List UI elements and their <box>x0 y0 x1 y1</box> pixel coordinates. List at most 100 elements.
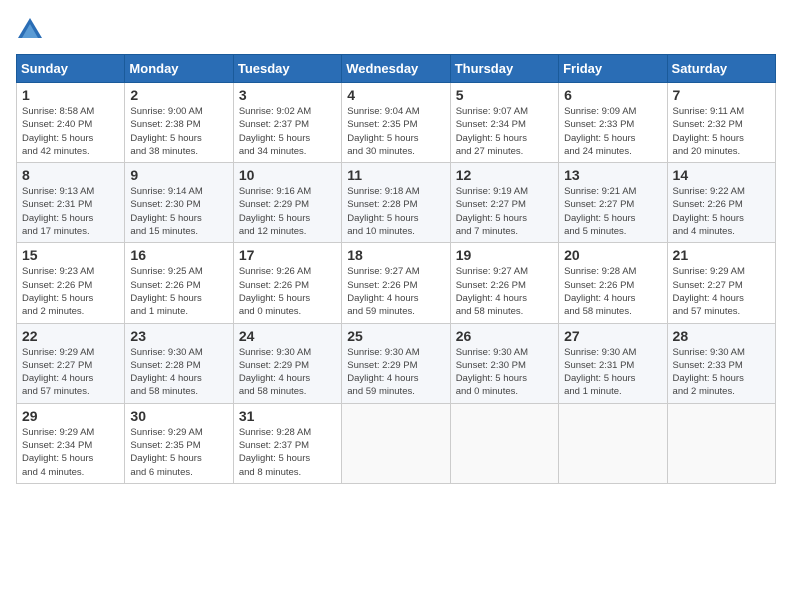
calendar-week-5: 29Sunrise: 9:29 AMSunset: 2:34 PMDayligh… <box>17 403 776 483</box>
calendar-cell <box>559 403 667 483</box>
calendar-body: 1Sunrise: 8:58 AMSunset: 2:40 PMDaylight… <box>17 83 776 484</box>
day-info: Sunrise: 9:28 AMSunset: 2:37 PMDaylight:… <box>239 426 336 479</box>
day-number: 6 <box>564 87 661 103</box>
calendar-cell <box>450 403 558 483</box>
day-number: 13 <box>564 167 661 183</box>
day-info: Sunrise: 9:11 AMSunset: 2:32 PMDaylight:… <box>673 105 770 158</box>
day-number: 20 <box>564 247 661 263</box>
calendar-cell: 17 Sunrise: 9:26 AMSunset: 2:26 PMDayligh… <box>233 243 341 323</box>
calendar-cell: 30Sunrise: 9:29 AMSunset: 2:35 PMDayligh… <box>125 403 233 483</box>
day-number: 12 <box>456 167 553 183</box>
day-info: Sunrise: 9:23 AMSunset: 2:26 PMDaylight:… <box>22 265 119 318</box>
day-info: Sunrise: 9:30 AMSunset: 2:33 PMDaylight:… <box>673 346 770 399</box>
day-info: Sunrise: 9:27 AMSunset: 2:26 PMDaylight:… <box>347 265 444 318</box>
day-number: 10 <box>239 167 336 183</box>
day-info: Sunrise: 9:09 AMSunset: 2:33 PMDaylight:… <box>564 105 661 158</box>
day-info: Sunrise: 9:26 AMSunset: 2:26 PMDaylight:… <box>239 265 336 318</box>
calendar-cell: 7 Sunrise: 9:11 AMSunset: 2:32 PMDaylight… <box>667 83 775 163</box>
day-info: Sunrise: 9:13 AMSunset: 2:31 PMDaylight:… <box>22 185 119 238</box>
calendar-cell: 31Sunrise: 9:28 AMSunset: 2:37 PMDayligh… <box>233 403 341 483</box>
day-info: Sunrise: 9:04 AMSunset: 2:35 PMDaylight:… <box>347 105 444 158</box>
calendar-cell: 11Sunrise: 9:18 AMSunset: 2:28 PMDayligh… <box>342 163 450 243</box>
calendar-cell: 21Sunrise: 9:29 AMSunset: 2:27 PMDayligh… <box>667 243 775 323</box>
weekday-header-tuesday: Tuesday <box>233 55 341 83</box>
logo-icon <box>16 16 44 44</box>
day-number: 16 <box>130 247 227 263</box>
calendar-cell: 2Sunrise: 9:00 AMSunset: 2:38 PMDaylight… <box>125 83 233 163</box>
calendar-week-4: 22 Sunrise: 9:29 AMSunset: 2:27 PMDayligh… <box>17 323 776 403</box>
calendar-cell <box>667 403 775 483</box>
day-number: 8 <box>22 167 119 183</box>
day-info: Sunrise: 9:30 AMSunset: 2:29 PMDaylight:… <box>239 346 336 399</box>
logo <box>16 16 48 44</box>
day-number: 14 <box>673 167 770 183</box>
calendar-cell: 18 Sunrise: 9:27 AMSunset: 2:26 PMDayligh… <box>342 243 450 323</box>
weekday-header-friday: Friday <box>559 55 667 83</box>
day-info: Sunrise: 9:14 AMSunset: 2:30 PMDaylight:… <box>130 185 227 238</box>
day-number: 26 <box>456 328 553 344</box>
calendar-week-1: 1Sunrise: 8:58 AMSunset: 2:40 PMDaylight… <box>17 83 776 163</box>
day-number: 17 <box>239 247 336 263</box>
day-info: Sunrise: 9:30 AMSunset: 2:28 PMDaylight:… <box>130 346 227 399</box>
day-info: Sunrise: 9:19 AMSunset: 2:27 PMDaylight:… <box>456 185 553 238</box>
calendar-cell: 20Sunrise: 9:28 AMSunset: 2:26 PMDayligh… <box>559 243 667 323</box>
day-number: 30 <box>130 408 227 424</box>
calendar-cell: 14 Sunrise: 9:22 AMSunset: 2:26 PMDayligh… <box>667 163 775 243</box>
day-info: Sunrise: 9:00 AMSunset: 2:38 PMDaylight:… <box>130 105 227 158</box>
calendar-week-2: 8 Sunrise: 9:13 AMSunset: 2:31 PMDaylight… <box>17 163 776 243</box>
calendar-cell: 28 Sunrise: 9:30 AMSunset: 2:33 PMDayligh… <box>667 323 775 403</box>
weekday-header-monday: Monday <box>125 55 233 83</box>
day-info: Sunrise: 9:21 AMSunset: 2:27 PMDaylight:… <box>564 185 661 238</box>
day-number: 3 <box>239 87 336 103</box>
calendar-cell: 1Sunrise: 8:58 AMSunset: 2:40 PMDaylight… <box>17 83 125 163</box>
weekday-header-wednesday: Wednesday <box>342 55 450 83</box>
calendar-cell: 29Sunrise: 9:29 AMSunset: 2:34 PMDayligh… <box>17 403 125 483</box>
day-info: Sunrise: 9:07 AMSunset: 2:34 PMDaylight:… <box>456 105 553 158</box>
day-number: 19 <box>456 247 553 263</box>
day-info: Sunrise: 9:25 AMSunset: 2:26 PMDaylight:… <box>130 265 227 318</box>
calendar-cell: 9 Sunrise: 9:14 AMSunset: 2:30 PMDaylight… <box>125 163 233 243</box>
weekday-header-thursday: Thursday <box>450 55 558 83</box>
day-info: Sunrise: 9:29 AMSunset: 2:27 PMDaylight:… <box>22 346 119 399</box>
day-info: Sunrise: 9:02 AMSunset: 2:37 PMDaylight:… <box>239 105 336 158</box>
day-number: 9 <box>130 167 227 183</box>
calendar-cell: 23 Sunrise: 9:30 AMSunset: 2:28 PMDayligh… <box>125 323 233 403</box>
calendar-cell: 19 Sunrise: 9:27 AMSunset: 2:26 PMDayligh… <box>450 243 558 323</box>
calendar-cell: 13 Sunrise: 9:21 AMSunset: 2:27 PMDayligh… <box>559 163 667 243</box>
day-info: Sunrise: 8:58 AMSunset: 2:40 PMDaylight:… <box>22 105 119 158</box>
day-number: 5 <box>456 87 553 103</box>
day-number: 4 <box>347 87 444 103</box>
calendar-cell: 22 Sunrise: 9:29 AMSunset: 2:27 PMDayligh… <box>17 323 125 403</box>
calendar-cell: 5 Sunrise: 9:07 AMSunset: 2:34 PMDaylight… <box>450 83 558 163</box>
calendar-cell: 15Sunrise: 9:23 AMSunset: 2:26 PMDayligh… <box>17 243 125 323</box>
calendar-cell: 16 Sunrise: 9:25 AMSunset: 2:26 PMDayligh… <box>125 243 233 323</box>
day-number: 18 <box>347 247 444 263</box>
calendar-cell: 3 Sunrise: 9:02 AMSunset: 2:37 PMDaylight… <box>233 83 341 163</box>
weekday-header-saturday: Saturday <box>667 55 775 83</box>
day-number: 22 <box>22 328 119 344</box>
day-info: Sunrise: 9:29 AMSunset: 2:34 PMDaylight:… <box>22 426 119 479</box>
calendar-cell: 25Sunrise: 9:30 AMSunset: 2:29 PMDayligh… <box>342 323 450 403</box>
calendar-cell <box>342 403 450 483</box>
calendar-cell: 8 Sunrise: 9:13 AMSunset: 2:31 PMDaylight… <box>17 163 125 243</box>
calendar-cell: 12 Sunrise: 9:19 AMSunset: 2:27 PMDayligh… <box>450 163 558 243</box>
day-number: 27 <box>564 328 661 344</box>
day-info: Sunrise: 9:16 AMSunset: 2:29 PMDaylight:… <box>239 185 336 238</box>
calendar-cell: 24Sunrise: 9:30 AMSunset: 2:29 PMDayligh… <box>233 323 341 403</box>
day-number: 28 <box>673 328 770 344</box>
day-number: 7 <box>673 87 770 103</box>
day-number: 21 <box>673 247 770 263</box>
day-number: 23 <box>130 328 227 344</box>
weekday-header-row: SundayMondayTuesdayWednesdayThursdayFrid… <box>17 55 776 83</box>
calendar-header: SundayMondayTuesdayWednesdayThursdayFrid… <box>17 55 776 83</box>
calendar-cell: 10 Sunrise: 9:16 AMSunset: 2:29 PMDayligh… <box>233 163 341 243</box>
calendar-cell: 6 Sunrise: 9:09 AMSunset: 2:33 PMDaylight… <box>559 83 667 163</box>
day-info: Sunrise: 9:30 AMSunset: 2:31 PMDaylight:… <box>564 346 661 399</box>
calendar: SundayMondayTuesdayWednesdayThursdayFrid… <box>16 54 776 484</box>
day-number: 25 <box>347 328 444 344</box>
day-info: Sunrise: 9:22 AMSunset: 2:26 PMDaylight:… <box>673 185 770 238</box>
day-info: Sunrise: 9:27 AMSunset: 2:26 PMDaylight:… <box>456 265 553 318</box>
day-info: Sunrise: 9:18 AMSunset: 2:28 PMDaylight:… <box>347 185 444 238</box>
calendar-cell: 27 Sunrise: 9:30 AMSunset: 2:31 PMDayligh… <box>559 323 667 403</box>
day-info: Sunrise: 9:30 AMSunset: 2:30 PMDaylight:… <box>456 346 553 399</box>
